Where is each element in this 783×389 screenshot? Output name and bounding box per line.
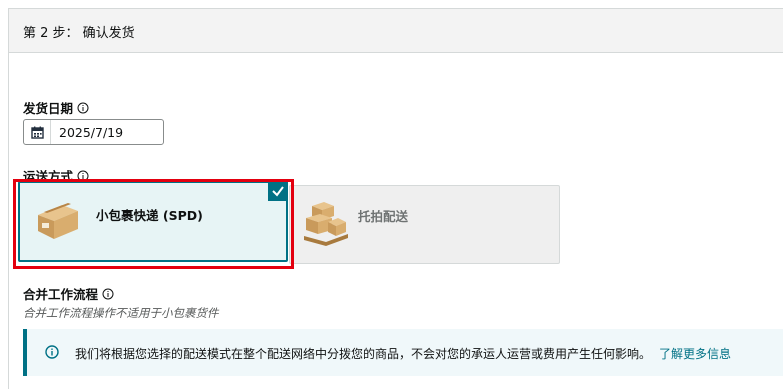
shipping-option-spd[interactable]: 小包裹快递 (SPD): [18, 181, 288, 262]
pallet-label: 托拍配送: [358, 209, 409, 224]
ship-date-label: 发货日期: [23, 98, 89, 117]
step-header: 第 2 步： 确认发货: [9, 9, 783, 53]
parcel-box-icon: [38, 203, 78, 239]
ship-date-value: 2025/7/19: [59, 125, 124, 140]
banner-message: 我们将根据您选择的配送模式在整个配送网络中分拨您的商品，不会对您的承运人运营或费…: [75, 347, 652, 361]
banner-text: 我们将根据您选择的配送模式在整个配送网络中分拨您的商品，不会对您的承运人运营或费…: [75, 345, 731, 362]
learn-more-link[interactable]: 了解更多信息: [659, 347, 731, 361]
shipping-option-pallet[interactable]: 托拍配送: [289, 185, 560, 264]
merge-workflow-label-text: 合并工作流程: [23, 287, 99, 302]
merge-workflow-label: 合并工作流程: [23, 284, 114, 303]
ship-date-label-text: 发货日期: [23, 101, 74, 116]
shipment-panel: 第 2 步： 确认发货 发货日期 2025/7/19 运送方式 小包裹快递 (S…: [8, 8, 783, 389]
info-icon[interactable]: [102, 288, 114, 300]
step-title: 第 2 步： 确认发货: [23, 26, 135, 41]
info-banner: 我们将根据您选择的配送模式在整个配送网络中分拨您的商品，不会对您的承运人运营或费…: [23, 329, 783, 376]
ship-date-input[interactable]: 2025/7/19: [23, 119, 164, 145]
info-icon[interactable]: [77, 170, 89, 182]
checkmark-icon: [268, 181, 288, 201]
merge-workflow-helper: 合并工作流程操作不适用于小包裹货件: [23, 306, 219, 320]
spd-label: 小包裹快递 (SPD): [96, 208, 203, 223]
info-icon[interactable]: [77, 102, 89, 114]
calendar-icon[interactable]: [24, 120, 51, 144]
info-icon: [45, 345, 59, 359]
pallet-boxes-icon: [304, 202, 348, 246]
